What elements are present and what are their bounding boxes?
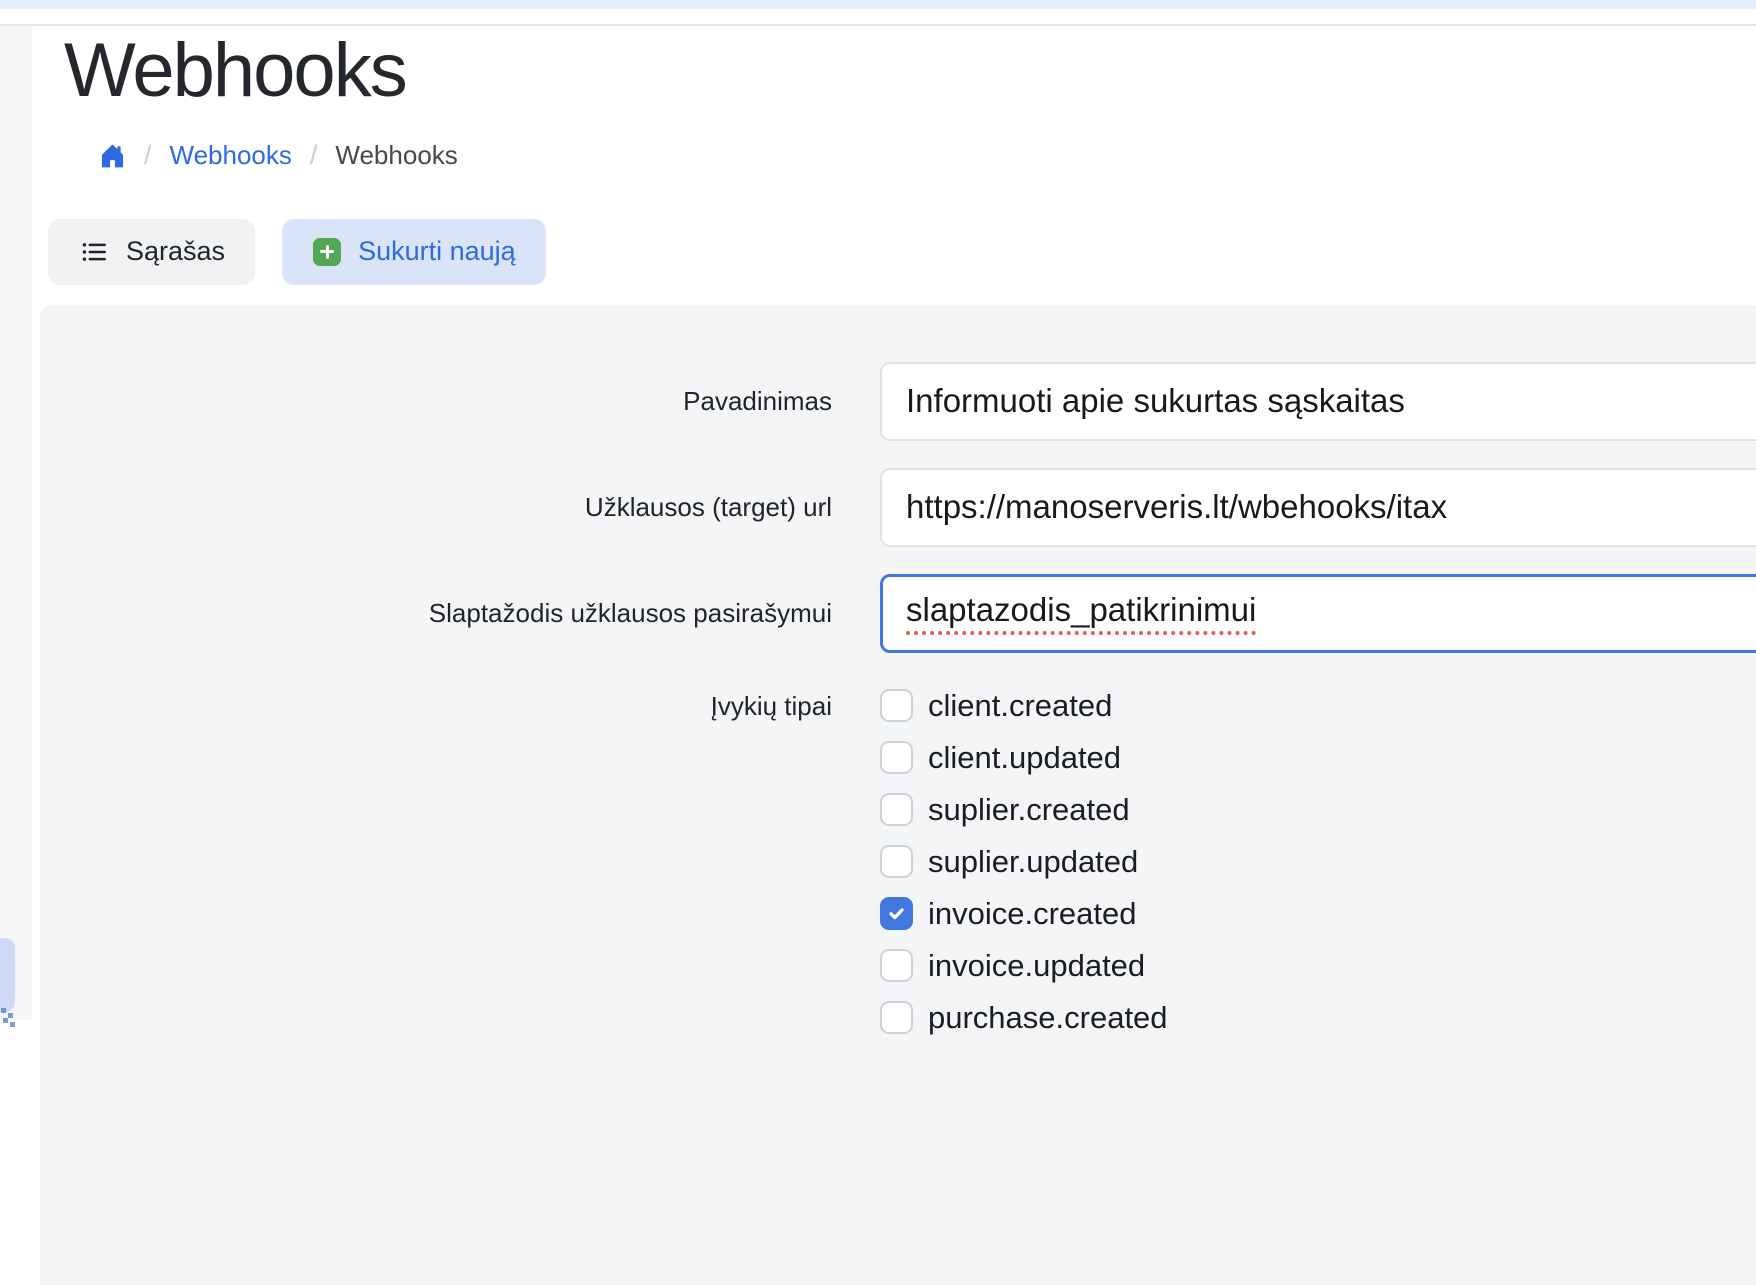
breadcrumb: / Webhooks / Webhooks	[99, 141, 1756, 171]
create-new-button[interactable]: Sukurti naują	[282, 219, 546, 285]
rail-dot	[1, 1008, 6, 1013]
form-row-event-types: Įvykių tipai client.created client.updat…	[40, 680, 1756, 1044]
target-url-label: Užklausos (target) url	[40, 491, 832, 524]
list-button[interactable]: Sąrašas	[48, 219, 255, 285]
checkbox-icon[interactable]	[880, 1001, 913, 1034]
list-icon	[80, 239, 108, 265]
left-rail	[0, 26, 32, 1020]
breadcrumb-separator: /	[144, 140, 152, 171]
home-icon	[99, 143, 126, 169]
event-option-purchase-created[interactable]: purchase.created	[880, 992, 1756, 1044]
plus-icon	[313, 238, 341, 266]
event-option-label: invoice.created	[928, 896, 1137, 932]
event-option-suplier-created[interactable]: suplier.created	[880, 784, 1756, 836]
breadcrumb-link-webhooks[interactable]: Webhooks	[170, 140, 292, 171]
event-option-label: client.created	[928, 688, 1112, 724]
breadcrumb-current: Webhooks	[335, 140, 457, 171]
form-row-target-url: Užklausos (target) url https://manoserve…	[40, 468, 1756, 547]
secret-label: Slaptažodis užklausos pasirašymui	[40, 597, 832, 630]
checkbox-icon[interactable]	[880, 949, 913, 982]
rail-dot	[3, 1018, 8, 1023]
target-url-input[interactable]: https://manoserveris.lt/wbehooks/itax	[880, 468, 1756, 547]
checkbox-icon[interactable]	[880, 845, 913, 878]
event-option-label: purchase.created	[928, 1000, 1168, 1036]
breadcrumb-home-link[interactable]	[99, 143, 126, 169]
event-option-invoice-updated[interactable]: invoice.updated	[880, 940, 1756, 992]
event-types-label: Įvykių tipai	[40, 680, 832, 732]
checkbox-icon[interactable]	[880, 741, 913, 774]
checkbox-icon[interactable]	[880, 793, 913, 826]
secret-input[interactable]: slaptazodis_patikrinimui	[880, 574, 1756, 653]
name-input-value: Informuoti apie sukurtas sąskaitas	[906, 382, 1405, 420]
event-option-label: suplier.created	[928, 792, 1130, 828]
event-option-label: suplier.updated	[928, 844, 1138, 880]
page-title: Webhooks	[64, 31, 1756, 111]
top-accent-bar	[0, 0, 1756, 9]
main-content: Webhooks / Webhooks / Webhooks	[40, 26, 1756, 1285]
top-spacer	[0, 9, 1756, 24]
breadcrumb-separator: /	[310, 140, 318, 171]
secret-input-value: slaptazodis_patikrinimui	[906, 591, 1256, 635]
event-type-list: client.created client.updated suplier.cr…	[880, 680, 1756, 1044]
page-header: Webhooks / Webhooks / Webhooks	[40, 26, 1756, 171]
event-option-label: client.updated	[928, 740, 1121, 776]
create-button-label: Sukurti naują	[358, 236, 516, 267]
list-button-label: Sąrašas	[126, 236, 225, 267]
form-panel: Pavadinimas Informuoti apie sukurtas sąs…	[40, 305, 1756, 1285]
event-option-client-created[interactable]: client.created	[880, 680, 1756, 732]
target-url-input-value: https://manoserveris.lt/wbehooks/itax	[906, 488, 1447, 526]
rail-dot	[8, 1013, 13, 1018]
name-label: Pavadinimas	[40, 385, 832, 418]
event-option-suplier-updated[interactable]: suplier.updated	[880, 836, 1756, 888]
name-input[interactable]: Informuoti apie sukurtas sąskaitas	[880, 362, 1756, 441]
rail-pill	[0, 938, 15, 1012]
form-row-secret: Slaptažodis užklausos pasirašymui slapta…	[40, 574, 1756, 653]
event-option-invoice-created[interactable]: invoice.created	[880, 888, 1756, 940]
checkbox-icon[interactable]	[880, 689, 913, 722]
toolbar: Sąrašas Sukurti naują	[48, 219, 1756, 285]
form-row-name: Pavadinimas Informuoti apie sukurtas sąs…	[40, 362, 1756, 441]
event-option-label: invoice.updated	[928, 948, 1145, 984]
event-option-client-updated[interactable]: client.updated	[880, 732, 1756, 784]
checkbox-checked-icon[interactable]	[880, 897, 913, 930]
rail-dot	[10, 1022, 15, 1027]
